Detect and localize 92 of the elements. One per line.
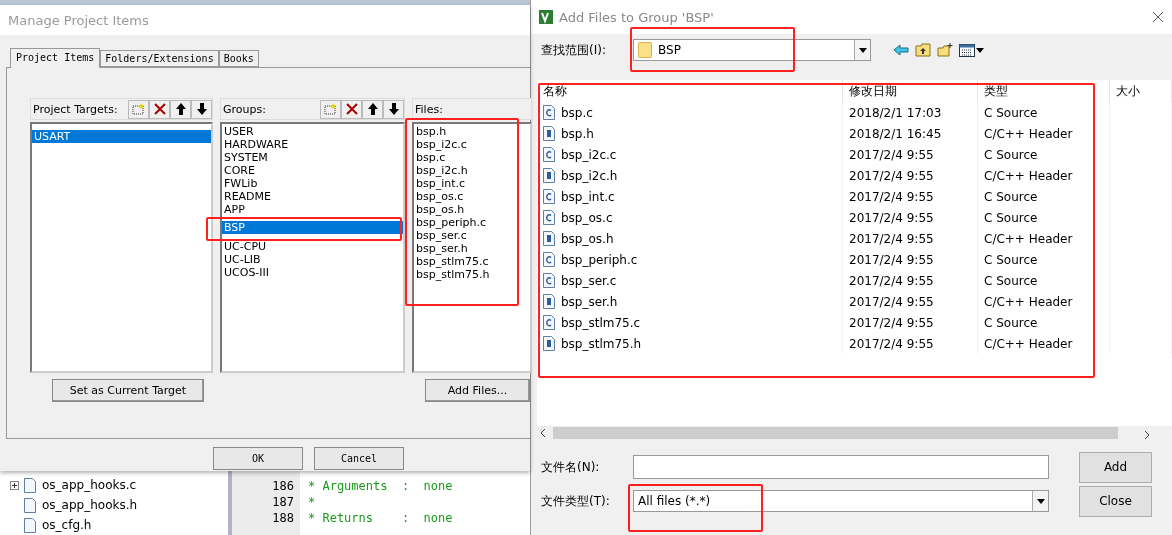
table-cell: 2017/2/4 9:55 bbox=[849, 147, 934, 162]
column-header[interactable]: 类型 bbox=[978, 80, 1110, 102]
dialog-button[interactable]: OK bbox=[213, 447, 303, 470]
file-name[interactable]: bsp_stlm75.h bbox=[561, 336, 642, 351]
table-cell: 2017/2/4 9:55 bbox=[849, 189, 934, 204]
file-name[interactable]: bsp_i2c.h bbox=[561, 168, 618, 183]
list-item[interactable]: HARDWARE bbox=[222, 138, 403, 151]
file-name[interactable]: bsp_os.h bbox=[561, 231, 614, 246]
table-cell: C Source bbox=[984, 252, 1038, 267]
table-cell: C Source bbox=[984, 315, 1038, 330]
list-item[interactable]: USER bbox=[222, 125, 403, 138]
table-cell: 2018/2/1 16:45 bbox=[849, 126, 942, 141]
window-title: Manage Project Items bbox=[8, 12, 149, 28]
tree-item[interactable]: os_cfg.h bbox=[42, 518, 92, 532]
table-cell: C/C++ Header bbox=[984, 126, 1073, 141]
list-item[interactable]: bsp_os.c bbox=[414, 190, 530, 203]
table-cell: C/C++ Header bbox=[984, 336, 1073, 351]
file-name[interactable]: bsp.c bbox=[561, 105, 593, 120]
tab[interactable]: Folders/Extensions bbox=[100, 50, 219, 67]
table-cell: 2017/2/4 9:55 bbox=[849, 210, 934, 225]
table-cell: 2017/2/4 9:55 bbox=[849, 315, 934, 330]
list-item[interactable]: UC-LIB bbox=[222, 253, 403, 266]
list-item[interactable]: bsp_stlm75.h bbox=[414, 268, 530, 281]
panel-label: Project Targets: bbox=[32, 102, 119, 116]
field-label: 查找范围(I): bbox=[541, 41, 607, 59]
tab[interactable]: Project Items bbox=[10, 48, 101, 68]
list-item[interactable]: bsp_periph.c bbox=[414, 216, 530, 229]
table-cell: 2017/2/4 9:55 bbox=[849, 252, 934, 267]
tab[interactable]: Books bbox=[218, 50, 259, 67]
column-header[interactable]: 名称 bbox=[537, 80, 843, 102]
tree-item[interactable]: os_app_hooks.h bbox=[42, 498, 138, 512]
dialog-button[interactable]: Cancel bbox=[314, 447, 404, 470]
list-item[interactable]: bsp_ser.c bbox=[414, 229, 530, 242]
table-cell: C Source bbox=[984, 147, 1038, 162]
list-item[interactable]: bsp_stlm75.c bbox=[414, 255, 530, 268]
field-label: 文件名(N): bbox=[541, 458, 601, 476]
panel-label: Groups: bbox=[222, 102, 267, 116]
table-cell: C/C++ Header bbox=[984, 294, 1073, 309]
line-number: 186 bbox=[271, 479, 295, 495]
list-item[interactable]: UCOS-III bbox=[222, 266, 403, 279]
close-button[interactable]: Close bbox=[1079, 485, 1152, 517]
table-cell: 2017/2/4 9:55 bbox=[849, 168, 934, 183]
table-cell: C Source bbox=[984, 189, 1038, 204]
list-item[interactable]: CORE bbox=[222, 164, 403, 177]
window-title: Add Files to Group 'BSP' bbox=[559, 9, 715, 25]
list-item[interactable]: bsp_ser.h bbox=[414, 242, 530, 255]
list-item[interactable]: README bbox=[222, 190, 403, 203]
table-cell: 2017/2/4 9:55 bbox=[849, 336, 934, 351]
panel-label: Files: bbox=[414, 102, 444, 116]
list-item[interactable]: bsp_os.h bbox=[414, 203, 530, 216]
list-item[interactable]: UC-CPU bbox=[222, 240, 403, 253]
file-type-dropdown[interactable]: All files (*.*) bbox=[633, 490, 1049, 512]
code-line: * bbox=[308, 495, 317, 511]
list-item[interactable]: APP bbox=[222, 203, 403, 216]
file-name[interactable]: bsp_os.c bbox=[561, 210, 613, 225]
add-button[interactable]: Add bbox=[1079, 451, 1152, 483]
code-line: * Returns : none bbox=[308, 511, 454, 527]
list-item[interactable]: bsp_i2c.c bbox=[414, 138, 530, 151]
add-files-button[interactable]: Add Files... bbox=[425, 379, 530, 402]
list-item[interactable]: bsp_i2c.h bbox=[414, 164, 530, 177]
file-name[interactable]: bsp.h bbox=[561, 126, 594, 141]
file-name[interactable]: bsp_periph.c bbox=[561, 252, 638, 267]
list-item[interactable]: SYSTEM bbox=[222, 151, 403, 164]
code-line: * Arguments : none bbox=[308, 479, 454, 495]
file-name[interactable]: bsp_ser.c bbox=[561, 273, 617, 288]
list-item[interactable]: FWLib bbox=[222, 177, 403, 190]
file-name[interactable]: bsp_i2c.c bbox=[561, 147, 617, 162]
table-cell: 2017/2/4 9:55 bbox=[849, 273, 934, 288]
list-item[interactable]: bsp.h bbox=[414, 125, 530, 138]
field-label: 文件类型(T): bbox=[541, 492, 611, 510]
list-item[interactable]: BSP bbox=[222, 221, 403, 234]
set-target-button[interactable]: Set as Current Target bbox=[52, 379, 204, 402]
tree-item[interactable]: os_app_hooks.c bbox=[42, 478, 137, 492]
table-cell: 2018/2/1 17:03 bbox=[849, 105, 942, 120]
file-name[interactable]: bsp_ser.h bbox=[561, 294, 618, 309]
list-item[interactable]: bsp_int.c bbox=[414, 177, 530, 190]
list-item[interactable]: USART bbox=[32, 130, 211, 143]
table-cell: C Source bbox=[984, 210, 1038, 225]
line-number: 187 bbox=[271, 495, 295, 511]
table-cell: C/C++ Header bbox=[984, 231, 1073, 246]
list-item[interactable]: bsp.c bbox=[414, 151, 530, 164]
table-cell: C/C++ Header bbox=[984, 168, 1073, 183]
line-number: 188 bbox=[271, 511, 295, 527]
table-cell: 2017/2/4 9:55 bbox=[849, 231, 934, 246]
table-cell: C Source bbox=[984, 273, 1038, 288]
column-header[interactable]: 修改日期 bbox=[843, 80, 978, 102]
file-name[interactable]: bsp_stlm75.c bbox=[561, 315, 641, 330]
file-name[interactable]: bsp_int.c bbox=[561, 189, 615, 204]
table-cell: C Source bbox=[984, 105, 1038, 120]
column-header[interactable]: 大小 bbox=[1110, 80, 1172, 102]
look-in-dropdown[interactable]: BSP bbox=[633, 39, 871, 61]
table-cell: 2017/2/4 9:55 bbox=[849, 294, 934, 309]
